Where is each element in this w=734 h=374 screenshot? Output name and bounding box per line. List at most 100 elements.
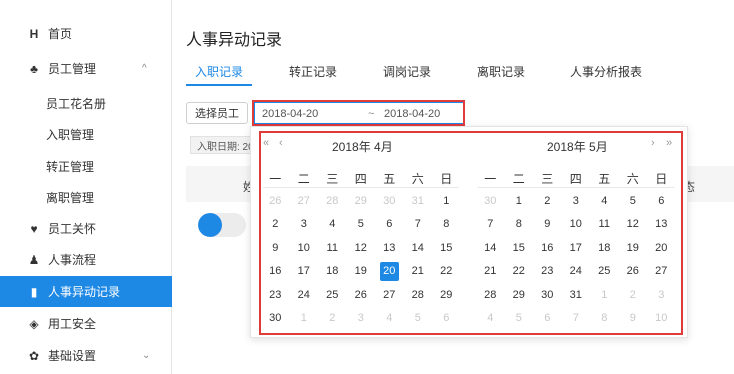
day-cell[interactable]: 12 xyxy=(619,213,648,236)
sidebar-item-hr-change-records[interactable]: ▮ 人事异动记录 xyxy=(0,276,172,307)
day-cell[interactable]: 13 xyxy=(375,237,404,260)
day-cell[interactable]: 2 xyxy=(619,284,648,307)
day-cell[interactable]: 2 xyxy=(261,213,290,236)
day-cell[interactable]: 30 xyxy=(375,190,404,213)
day-cell[interactable]: 21 xyxy=(404,260,433,283)
day-cell[interactable]: 23 xyxy=(533,260,562,283)
day-cell[interactable]: 10 xyxy=(647,307,676,330)
day-cell[interactable]: 29 xyxy=(432,284,461,307)
prev-year-button[interactable]: « xyxy=(263,137,269,149)
day-cell[interactable]: 5 xyxy=(505,307,534,330)
sidebar-item-work-safety[interactable]: ◈ 用工安全 xyxy=(0,308,172,339)
day-cell[interactable]: 19 xyxy=(619,237,648,260)
sidebar-item-roster[interactable]: 员工花名册 xyxy=(0,88,172,119)
date-range-input[interactable]: 2018-04-20 ~ 2018-04-20 xyxy=(254,102,464,124)
day-cell[interactable]: 25 xyxy=(318,284,347,307)
day-cell[interactable]: 31 xyxy=(562,284,591,307)
tab-regularization-records[interactable]: 转正记录 xyxy=(289,63,337,80)
day-cell[interactable]: 6 xyxy=(647,190,676,213)
day-cell[interactable]: 2 xyxy=(533,190,562,213)
day-cell[interactable]: 8 xyxy=(590,307,619,330)
day-cell[interactable]: 1 xyxy=(290,307,319,330)
sidebar-item-hr-process[interactable]: ♟ 人事流程 xyxy=(0,244,172,275)
sidebar-item-basic-settings[interactable]: ✿ 基础设置 ⌄ xyxy=(0,340,172,371)
day-cell[interactable]: 30 xyxy=(533,284,562,307)
day-cell[interactable]: 6 xyxy=(533,307,562,330)
day-cell[interactable]: 12 xyxy=(347,237,376,260)
day-cell[interactable]: 1 xyxy=(432,190,461,213)
day-cell[interactable]: 1 xyxy=(590,284,619,307)
day-cell[interactable]: 7 xyxy=(562,307,591,330)
prev-month-button[interactable]: ‹ xyxy=(279,137,283,149)
day-cell[interactable]: 26 xyxy=(347,284,376,307)
day-cell[interactable]: 14 xyxy=(476,237,505,260)
sidebar-item-resignation[interactable]: 离职管理 xyxy=(0,182,172,213)
day-cell[interactable]: 27 xyxy=(290,190,319,213)
sidebar-item-home[interactable]: H 首页 xyxy=(0,18,172,49)
day-cell[interactable]: 16 xyxy=(261,260,290,283)
day-cell[interactable]: 13 xyxy=(647,213,676,236)
sidebar-item-onboarding[interactable]: 入职管理 xyxy=(0,119,172,150)
day-cell[interactable]: 20 xyxy=(647,237,676,260)
day-cell[interactable]: 29 xyxy=(505,284,534,307)
day-cell[interactable]: 6 xyxy=(375,213,404,236)
day-cell[interactable]: 22 xyxy=(505,260,534,283)
select-employee-button[interactable]: 选择员工 xyxy=(186,102,248,124)
day-cell[interactable]: 26 xyxy=(261,190,290,213)
day-cell[interactable]: 4 xyxy=(590,190,619,213)
day-cell[interactable]: 29 xyxy=(347,190,376,213)
day-cell[interactable]: 31 xyxy=(404,190,433,213)
day-cell[interactable]: 4 xyxy=(375,307,404,330)
day-cell[interactable]: 11 xyxy=(318,237,347,260)
day-cell[interactable]: 4 xyxy=(476,307,505,330)
day-cell[interactable]: 7 xyxy=(476,213,505,236)
tab-hr-analysis-report[interactable]: 人事分析报表 xyxy=(570,63,642,80)
day-cell[interactable]: 4 xyxy=(318,213,347,236)
day-cell[interactable]: 18 xyxy=(590,237,619,260)
day-cell[interactable]: 28 xyxy=(318,190,347,213)
status-toggle[interactable] xyxy=(198,213,246,237)
day-cell[interactable]: 26 xyxy=(619,260,648,283)
day-cell[interactable]: 8 xyxy=(505,213,534,236)
day-cell[interactable]: 3 xyxy=(347,307,376,330)
day-cell[interactable]: 19 xyxy=(347,260,376,283)
day-cell[interactable]: 2 xyxy=(318,307,347,330)
selected-day-cell[interactable]: 20 xyxy=(375,260,404,283)
day-cell[interactable]: 27 xyxy=(647,260,676,283)
day-cell[interactable]: 14 xyxy=(404,237,433,260)
day-cell[interactable]: 30 xyxy=(261,307,290,330)
tab-resignation-records[interactable]: 离职记录 xyxy=(477,63,525,80)
day-cell[interactable]: 23 xyxy=(261,284,290,307)
day-cell[interactable]: 9 xyxy=(533,213,562,236)
day-cell[interactable]: 9 xyxy=(619,307,648,330)
sidebar-item-regularization[interactable]: 转正管理 xyxy=(0,151,172,182)
day-cell[interactable]: 30 xyxy=(476,190,505,213)
sidebar-item-employee-care[interactable]: ♥ 员工关怀 xyxy=(0,213,172,244)
day-cell[interactable]: 11 xyxy=(590,213,619,236)
day-cell[interactable]: 18 xyxy=(318,260,347,283)
day-cell[interactable]: 3 xyxy=(562,190,591,213)
day-cell[interactable]: 24 xyxy=(562,260,591,283)
day-cell[interactable]: 3 xyxy=(647,284,676,307)
day-cell[interactable]: 16 xyxy=(533,237,562,260)
day-cell[interactable]: 24 xyxy=(290,284,319,307)
day-cell[interactable]: 17 xyxy=(562,237,591,260)
day-cell[interactable]: 22 xyxy=(432,260,461,283)
day-cell[interactable]: 15 xyxy=(432,237,461,260)
tab-onboarding-records[interactable]: 入职记录 xyxy=(195,63,243,80)
day-cell[interactable]: 21 xyxy=(476,260,505,283)
sidebar-item-employee-management[interactable]: ♣ 员工管理 ^ xyxy=(0,53,172,84)
day-cell[interactable]: 6 xyxy=(432,307,461,330)
next-year-button[interactable]: » xyxy=(666,137,672,149)
day-cell[interactable]: 5 xyxy=(404,307,433,330)
day-cell[interactable]: 10 xyxy=(290,237,319,260)
day-cell[interactable]: 5 xyxy=(347,213,376,236)
day-cell[interactable]: 10 xyxy=(562,213,591,236)
day-cell[interactable]: 27 xyxy=(375,284,404,307)
day-cell[interactable]: 3 xyxy=(290,213,319,236)
next-month-button[interactable]: › xyxy=(651,137,655,149)
day-cell[interactable]: 1 xyxy=(505,190,534,213)
day-cell[interactable]: 17 xyxy=(290,260,319,283)
day-cell[interactable]: 7 xyxy=(404,213,433,236)
tab-transfer-records[interactable]: 调岗记录 xyxy=(383,63,431,80)
